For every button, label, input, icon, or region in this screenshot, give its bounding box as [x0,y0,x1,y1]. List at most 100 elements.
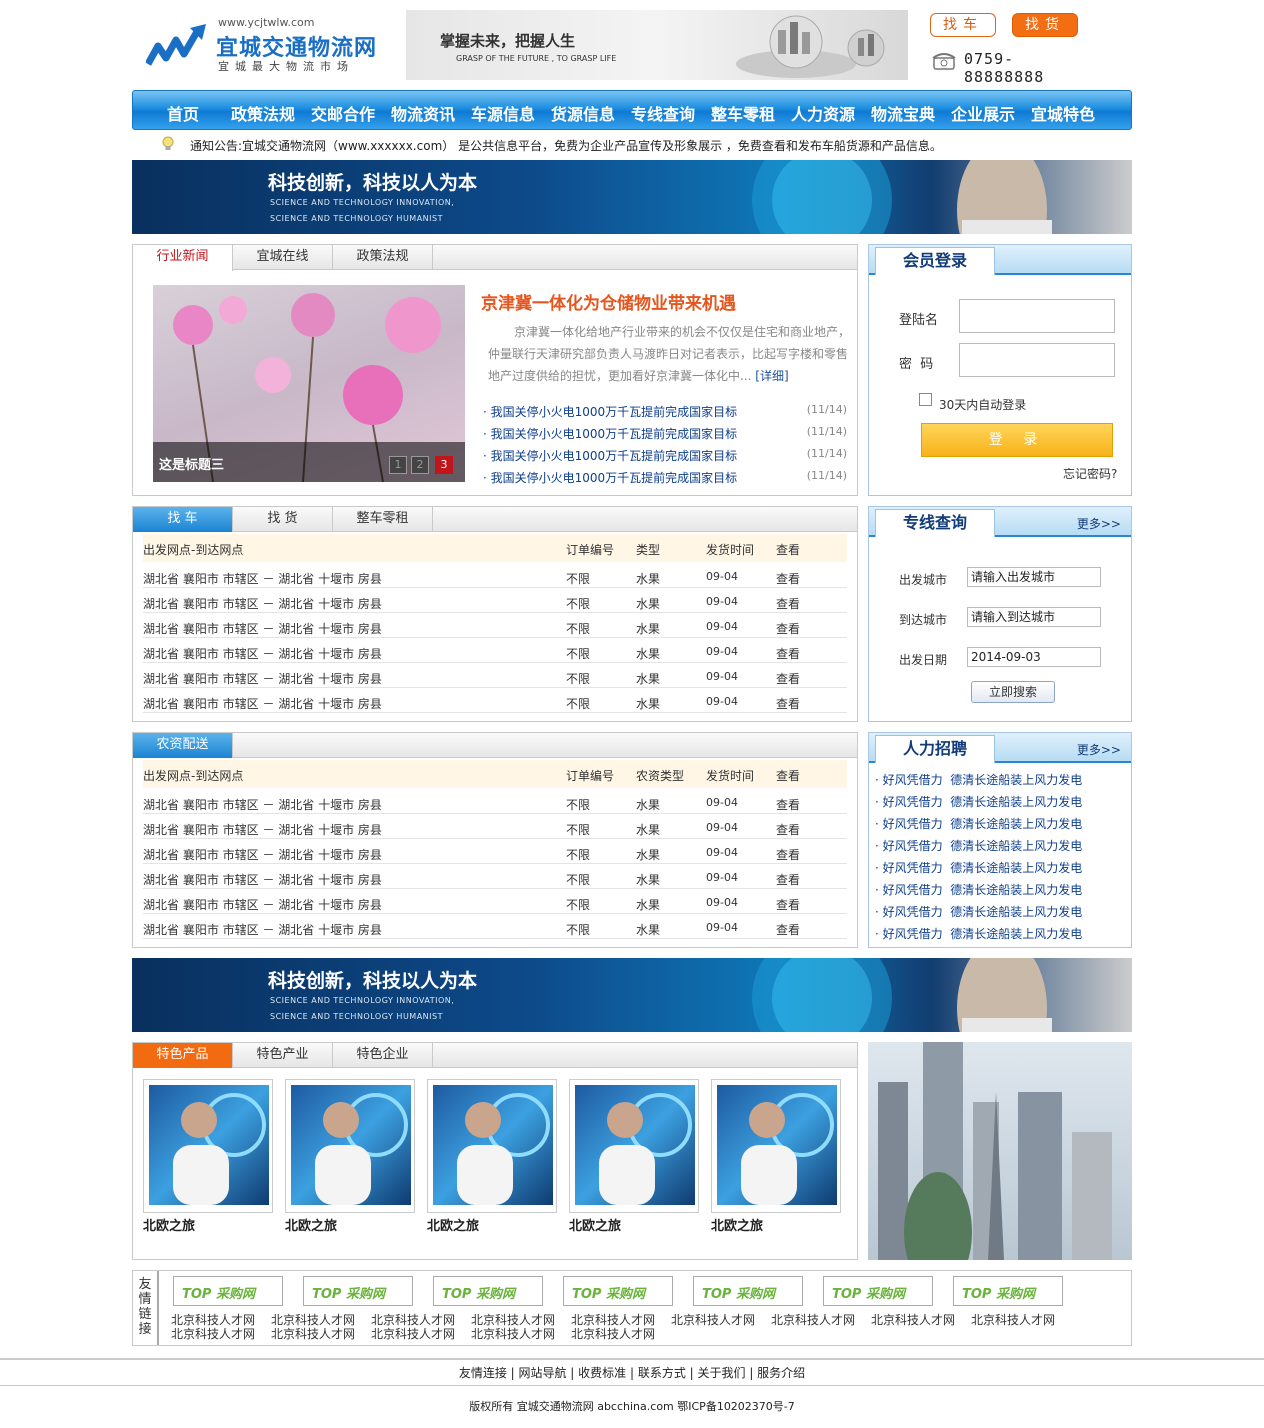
site-logo[interactable]: www.ycjtwlw.com 宜城交通物流网 宜城最大物流市场 [146,14,396,76]
news-slideshow[interactable]: 这是标题三 1 2 3 [153,285,465,482]
view-link[interactable]: 查看 [776,645,800,662]
nav-item-policy[interactable]: 政策法规 [223,101,303,125]
job-item[interactable]: · 好风凭借力 德清长途船装上风力发电 [875,771,1082,788]
tab-featured-products[interactable]: 特色产品 [133,1043,233,1068]
table-row[interactable]: 湖北省 襄阳市 市辖区 － 湖北省 十堰市 房县 不限 水果 09-04 查看 [143,688,847,713]
partner-logo-link[interactable]: TOP 采购网 [693,1276,803,1306]
product-title[interactable]: 北欧之旅 [285,1215,337,1234]
view-link[interactable]: 查看 [776,620,800,637]
tab-featured-enterprises[interactable]: 特色企业 [333,1043,433,1068]
friend-link-text[interactable]: 北京科技人才网 [171,1325,255,1342]
slide-page-1[interactable]: 1 [389,456,407,474]
table-row[interactable]: 湖北省 襄阳市 市辖区 － 湖北省 十堰市 房县 不限 水果 09-04 查看 [143,588,847,613]
news-list-item[interactable]: · 我国关停小火电1000万千瓦提前完成国家目标 (11/14) [483,425,847,447]
product-title[interactable]: 北欧之旅 [143,1215,195,1234]
friend-link-text[interactable]: 北京科技人才网 [271,1325,355,1342]
partner-logo-link[interactable]: TOP 采购网 [433,1276,543,1306]
news-list-item[interactable]: · 我国关停小火电1000万千瓦提前完成国家目标 (11/14) [483,447,847,469]
friend-link-text[interactable]: 北京科技人才网 [871,1311,955,1328]
nav-item-yicheng-special[interactable]: 宜城特色 [1023,101,1103,125]
nav-item-route-query[interactable]: 专线查询 [623,101,703,125]
product-title[interactable]: 北欧之旅 [569,1215,621,1234]
partner-logo-link[interactable]: TOP 采购网 [953,1276,1063,1306]
tab-industry-news[interactable]: 行业新闻 [133,245,233,271]
nav-item-home[interactable]: 首页 [143,101,223,125]
nav-item-goods-source[interactable]: 货源信息 [543,101,623,125]
news-list-item[interactable]: · 我国关停小火电1000万千瓦提前完成国家目标 (11/14) [483,469,847,491]
view-link[interactable]: 查看 [776,896,800,913]
table-row[interactable]: 湖北省 襄阳市 市辖区 － 湖北省 十堰市 房县 不限 水果 09-04 查看 [143,839,847,864]
friend-link-text[interactable]: 北京科技人才网 [671,1311,755,1328]
friend-link-text[interactable]: 北京科技人才网 [371,1325,455,1342]
slide-page-3[interactable]: 3 [435,456,453,474]
news-list-item[interactable]: · 我国关停小火电1000万千瓦提前完成国家目标 (11/14) [483,403,847,425]
remember-checkbox[interactable] [919,393,932,406]
job-item[interactable]: · 好风凭借力 德清长途船装上风力发电 [875,815,1082,832]
tab-agri-delivery[interactable]: 农资配送 [133,733,233,758]
login-submit-button[interactable]: 登 录 [921,423,1113,457]
password-input[interactable] [959,343,1115,377]
nav-item-enterprise[interactable]: 企业展示 [943,101,1023,125]
view-link[interactable]: 查看 [776,846,800,863]
tab-yicheng-online[interactable]: 宜城在线 [233,245,333,270]
tab-find-goods[interactable]: 找 货 [233,507,333,532]
friend-link-text[interactable]: 北京科技人才网 [971,1311,1055,1328]
view-link[interactable]: 查看 [776,695,800,712]
find-goods-button[interactable]: 找货 [1012,13,1078,37]
table-row[interactable]: 湖北省 襄阳市 市辖区 － 湖北省 十堰市 房县 不限 水果 09-04 查看 [143,789,847,814]
find-car-button[interactable]: 找车 [930,13,996,37]
job-item[interactable]: · 好风凭借力 德清长途船装上风力发电 [875,837,1082,854]
partner-logo-link[interactable]: TOP 采购网 [303,1276,413,1306]
promo-banner-top[interactable]: 科技创新，科技以人为本 SCIENCE AND TECHNOLOGY INNOV… [132,160,1132,234]
tab-find-car[interactable]: 找 车 [133,507,233,532]
route-more-link[interactable]: 更多>> [1077,515,1121,532]
job-item[interactable]: · 好风凭借力 德清长途船装上风力发电 [875,881,1082,898]
route-search-button[interactable]: 立即搜索 [971,681,1055,703]
product-card[interactable] [285,1079,415,1213]
nav-item-vehicle-source[interactable]: 车源信息 [463,101,543,125]
view-link[interactable]: 查看 [776,921,800,938]
slide-page-2[interactable]: 2 [411,456,429,474]
city-skyline-image[interactable] [868,1042,1132,1260]
view-link[interactable]: 查看 [776,871,800,888]
view-link[interactable]: 查看 [776,670,800,687]
job-item[interactable]: · 好风凭借力 德清长途船装上风力发电 [875,903,1082,920]
nav-item-logistics-news[interactable]: 物流资讯 [383,101,463,125]
nav-item-post-coop[interactable]: 交邮合作 [303,101,383,125]
table-row[interactable]: 湖北省 襄阳市 市辖区 － 湖北省 十堰市 房县 不限 水果 09-04 查看 [143,914,847,939]
partner-logo-link[interactable]: TOP 采购网 [823,1276,933,1306]
news-detail-link[interactable]: [详细] [755,369,788,383]
to-city-input[interactable]: 请输入到达城市 [967,607,1101,627]
tab-policy[interactable]: 政策法规 [333,245,433,270]
friend-link-text[interactable]: 北京科技人才网 [471,1325,555,1342]
friend-link-text[interactable]: 北京科技人才网 [771,1311,855,1328]
partner-logo-link[interactable]: TOP 采购网 [173,1276,283,1306]
product-card[interactable] [711,1079,841,1213]
product-card[interactable] [569,1079,699,1213]
product-title[interactable]: 北欧之旅 [711,1215,763,1234]
table-row[interactable]: 湖北省 襄阳市 市辖区 － 湖北省 十堰市 房县 不限 水果 09-04 查看 [143,638,847,663]
from-city-input[interactable]: 请输入出发城市 [967,567,1101,587]
table-row[interactable]: 湖北省 襄阳市 市辖区 － 湖北省 十堰市 房县 不限 水果 09-04 查看 [143,663,847,688]
date-input[interactable]: 2014-09-03 [967,647,1101,667]
view-link[interactable]: 查看 [776,595,800,612]
view-link[interactable]: 查看 [776,570,800,587]
tab-featured-industries[interactable]: 特色产业 [233,1043,333,1068]
table-row[interactable]: 湖北省 襄阳市 市辖区 － 湖北省 十堰市 房县 不限 水果 09-04 查看 [143,613,847,638]
table-row[interactable]: 湖北省 襄阳市 市辖区 － 湖北省 十堰市 房县 不限 水果 09-04 查看 [143,563,847,588]
product-card[interactable] [143,1079,273,1213]
table-row[interactable]: 湖北省 襄阳市 市辖区 － 湖北省 十堰市 房县 不限 水果 09-04 查看 [143,889,847,914]
promo-banner-middle[interactable]: 科技创新，科技以人为本 SCIENCE AND TECHNOLOGY INNOV… [132,958,1132,1032]
forgot-password-link[interactable]: 忘记密码? [1063,465,1117,482]
job-item[interactable]: · 好风凭借力 德清长途船装上风力发电 [875,793,1082,810]
table-row[interactable]: 湖北省 襄阳市 市辖区 － 湖北省 十堰市 房县 不限 水果 09-04 查看 [143,814,847,839]
table-row[interactable]: 湖北省 襄阳市 市辖区 － 湖北省 十堰市 房县 不限 水果 09-04 查看 [143,864,847,889]
nav-item-vehicle-rental[interactable]: 整车零租 [703,101,783,125]
news-headline[interactable]: 京津冀一体化为仓储物业带来机遇 [481,289,736,314]
nav-item-hr[interactable]: 人力资源 [783,101,863,125]
top-banner[interactable]: 掌握未来，把握人生 GRASP OF THE FUTURE , TO GRASP… [406,10,908,80]
tab-vehicle-rental[interactable]: 整车零租 [333,507,433,532]
jobs-more-link[interactable]: 更多>> [1077,741,1121,758]
footer-links[interactable]: 友情连接 | 网站导航 | 收费标准 | 联系方式 | 关于我们 | 服务介绍 [0,1358,1264,1386]
friend-link-text[interactable]: 北京科技人才网 [571,1325,655,1342]
